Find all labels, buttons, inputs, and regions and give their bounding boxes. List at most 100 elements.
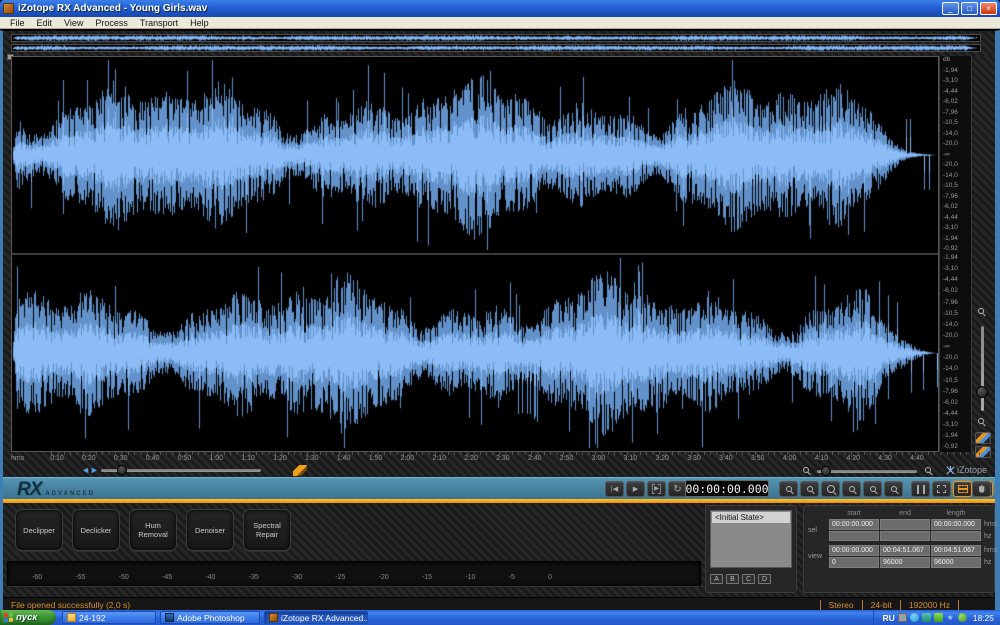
izotope-logo: iZotope bbox=[946, 465, 987, 475]
horizontal-zoom-track[interactable] bbox=[817, 470, 917, 473]
db-tick-label: -4,44 bbox=[943, 215, 971, 222]
db-tick-label: -1,94 bbox=[943, 433, 971, 440]
lower-panel: DeclipperDeclickerHum RemovalDenoiserSpe… bbox=[3, 503, 995, 597]
waveform-channel-left[interactable] bbox=[12, 57, 938, 253]
pencil-icon bbox=[976, 433, 990, 443]
preset-slot-button[interactable]: A bbox=[710, 574, 723, 584]
menu-item[interactable]: Transport bbox=[134, 18, 184, 28]
region-selection-tool-button[interactable] bbox=[932, 481, 951, 497]
horizontal-zoom-in-icon[interactable] bbox=[925, 467, 931, 473]
vertical-zoom-in-icon[interactable] bbox=[978, 308, 984, 314]
preset-list[interactable]: <Initial State> bbox=[710, 510, 792, 568]
zoom-out-h-button[interactable] bbox=[779, 481, 798, 497]
menu-item[interactable]: Edit bbox=[31, 18, 59, 28]
hand-tool-button[interactable] bbox=[972, 481, 991, 497]
db-scale-column: db -1,94-3,10-4,44-6,02-7,96-10,5-14,0-2… bbox=[939, 56, 972, 452]
drive-icon[interactable] bbox=[898, 613, 907, 622]
edit-tool-button[interactable] bbox=[975, 432, 991, 444]
menu-item[interactable]: View bbox=[58, 18, 89, 28]
pencil-icon[interactable] bbox=[293, 465, 307, 476]
sample-rate: 192000 Hz bbox=[900, 600, 959, 610]
meter-tick-label: -55 bbox=[75, 574, 85, 581]
module-button[interactable]: Denoiser bbox=[186, 509, 234, 551]
sel-length-hms[interactable]: 00:00:00.000 bbox=[931, 519, 981, 530]
ruler-controls-row: ◄► iZotope bbox=[3, 465, 995, 477]
scroll-arrows-icon[interactable]: ◄► bbox=[81, 466, 99, 475]
taskbar-item-rx[interactable]: iZotope RX Advanced... bbox=[264, 611, 368, 624]
restore-button[interactable]: □ bbox=[961, 2, 978, 15]
zoom-selection-button[interactable] bbox=[821, 481, 840, 497]
sel-start-hms[interactable]: 00:00:00.000 bbox=[829, 519, 879, 530]
menu-item[interactable]: Help bbox=[184, 18, 215, 28]
time-ruler[interactable]: hms 0:100:200:300:400:501:001:101:201:30… bbox=[11, 452, 981, 465]
sel-start-hz[interactable] bbox=[829, 531, 879, 541]
shield-icon[interactable] bbox=[922, 613, 931, 622]
taskbar-item-photoshop[interactable]: Adobe Photoshop bbox=[160, 611, 260, 624]
star-icon[interactable]: ★ bbox=[946, 613, 955, 622]
unit-label: hms bbox=[982, 519, 996, 530]
meter-tick-label: -30 bbox=[292, 574, 302, 581]
zoom-in-v-button[interactable] bbox=[884, 481, 903, 497]
sel-end-hms[interactable] bbox=[880, 519, 930, 530]
horizontal-zoom-out-icon[interactable] bbox=[803, 467, 809, 473]
preset-slot-button[interactable]: B bbox=[726, 574, 739, 584]
vertical-zoom-out-icon[interactable] bbox=[978, 418, 984, 424]
title-bar: iZotope RX Advanced - Young Girls.wav _ … bbox=[0, 0, 1000, 17]
waveform-channel-right[interactable] bbox=[12, 255, 938, 451]
vertical-zoom-knob[interactable] bbox=[976, 386, 988, 398]
zoom-in-h-button[interactable] bbox=[800, 481, 819, 497]
play-selection-button[interactable]: ▶ bbox=[647, 481, 666, 497]
network-icon[interactable] bbox=[958, 613, 967, 622]
folder-icon bbox=[67, 613, 76, 622]
view-end-hms[interactable]: 00:04:51.067 bbox=[880, 545, 930, 556]
preset-selected-item[interactable]: <Initial State> bbox=[712, 512, 790, 523]
view-length-hz[interactable]: 96000 bbox=[931, 557, 981, 568]
language-indicator[interactable]: RU bbox=[882, 613, 894, 623]
time-selection-tool-button[interactable] bbox=[911, 481, 930, 497]
magnifier-icon bbox=[849, 486, 855, 492]
app-icon bbox=[3, 3, 14, 14]
taskbar-item-folder[interactable]: 24-192 bbox=[62, 611, 156, 624]
menu-item[interactable]: Process bbox=[89, 18, 134, 28]
module-button[interactable]: Declicker bbox=[72, 509, 120, 551]
go-to-start-button[interactable]: |◀ bbox=[605, 481, 624, 497]
view-end-hz[interactable]: 96000 bbox=[880, 557, 930, 568]
module-button[interactable]: Hum Removal bbox=[129, 509, 177, 551]
preset-panel: <Initial State> ABCD bbox=[705, 505, 797, 593]
horizontal-zoom-knob[interactable] bbox=[821, 466, 831, 476]
minimize-button[interactable]: _ bbox=[942, 2, 959, 15]
taskbar-item-label: 24-192 bbox=[79, 613, 105, 623]
menu-item[interactable]: File bbox=[4, 18, 31, 28]
view-start-hms[interactable]: 00:00:00.000 bbox=[829, 545, 879, 556]
preset-slot-button[interactable]: D bbox=[758, 574, 771, 584]
view-start-hz[interactable]: 0 bbox=[829, 557, 879, 568]
level-meter: -60-55-50-45-40-35-30-25-20-15-10-50 bbox=[7, 561, 701, 587]
time-tick-label: 0:10 bbox=[50, 455, 64, 462]
db-tick-label: -20,0 bbox=[943, 141, 971, 148]
zoom-out-v-button[interactable] bbox=[863, 481, 882, 497]
close-button[interactable]: × bbox=[980, 2, 997, 15]
time-tick-label: 2:20 bbox=[464, 455, 478, 462]
start-button[interactable]: пуск bbox=[0, 610, 56, 625]
view-length-hms[interactable]: 00:04:51.067 bbox=[931, 545, 981, 556]
vertical-zoom-track[interactable] bbox=[981, 326, 984, 411]
overview-strip[interactable] bbox=[11, 34, 981, 54]
module-button[interactable]: Spectral Repair bbox=[243, 509, 291, 551]
sel-length-hz[interactable] bbox=[931, 531, 981, 541]
time-tick-label: 2:50 bbox=[560, 455, 574, 462]
scroll-slider-knob[interactable] bbox=[117, 465, 127, 475]
sel-end-hz[interactable] bbox=[880, 531, 930, 541]
module-button[interactable]: Declipper bbox=[15, 509, 63, 551]
play-button[interactable]: ▶ bbox=[626, 481, 645, 497]
waveform-display[interactable] bbox=[11, 56, 939, 452]
windows-taskbar: пуск 24-192 Adobe Photoshop iZotope RX A… bbox=[0, 610, 1000, 625]
overview-waveform-left[interactable] bbox=[11, 34, 981, 42]
waveform-tool-button[interactable] bbox=[953, 481, 972, 497]
meter-tick-label: -15 bbox=[422, 574, 432, 581]
zoom-fit-button[interactable] bbox=[842, 481, 861, 497]
magnifier-icon bbox=[786, 486, 792, 492]
messenger-icon[interactable] bbox=[910, 613, 919, 622]
overview-waveform-right[interactable] bbox=[11, 44, 981, 52]
preset-slot-button[interactable]: C bbox=[742, 574, 755, 584]
utorrent-icon[interactable] bbox=[934, 613, 943, 622]
